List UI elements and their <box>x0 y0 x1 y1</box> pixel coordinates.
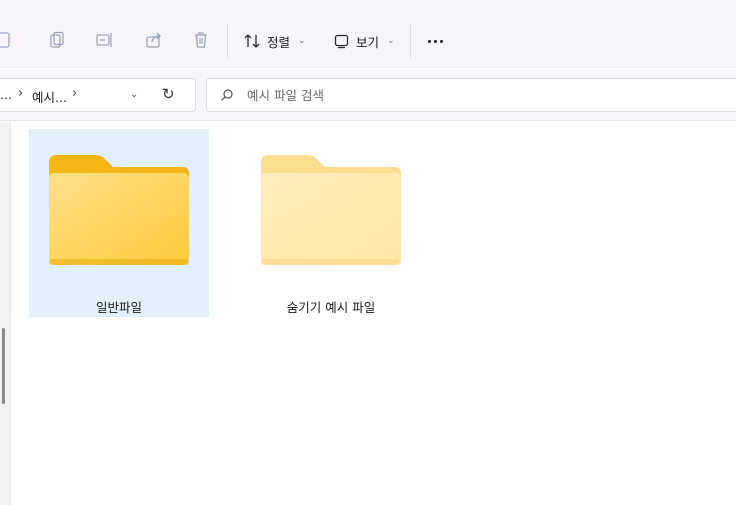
sort-icon <box>244 34 260 48</box>
navigation-scrollbar[interactable] <box>2 328 5 404</box>
copy-icon[interactable] <box>0 28 16 52</box>
breadcrumb-chevron-icon[interactable]: › <box>72 86 77 101</box>
file-item[interactable]: 일반파일 <box>29 129 209 317</box>
folder-icon <box>261 155 401 265</box>
more-icon <box>427 39 431 43</box>
toolbar-separator <box>410 24 411 58</box>
chevron-down-icon: ⌄ <box>387 36 395 46</box>
folder-icon <box>49 155 189 265</box>
breadcrumb-current[interactable]: 예시... <box>32 87 67 106</box>
address-row: ... › 예시... › ⌄ ↻ <box>0 69 736 121</box>
sort-label: 정렬 <box>267 34 291 50</box>
breadcrumb-chevron-icon: › <box>18 86 24 101</box>
share-icon[interactable] <box>142 28 166 52</box>
file-item[interactable]: 숨기기 예시 파일 <box>241 129 421 317</box>
sort-button[interactable]: 정렬 ⌄ <box>243 28 306 54</box>
view-label: 보기 <box>356 34 380 50</box>
view-icon <box>334 34 349 49</box>
toolbar-separator <box>227 24 228 58</box>
address-history-dropdown-icon[interactable]: ⌄ <box>130 89 138 100</box>
navigation-pane <box>0 122 11 505</box>
more-options-button[interactable] <box>424 30 446 52</box>
address-bar[interactable]: ... › 예시... › ⌄ ↻ <box>0 78 196 112</box>
search-icon <box>220 87 234 106</box>
breadcrumb-parent[interactable]: ... <box>0 87 12 102</box>
delete-icon[interactable] <box>189 28 213 52</box>
view-button[interactable]: 보기 ⌄ <box>334 28 395 54</box>
file-view: 일반파일 숨기기 예시 파일 <box>12 122 736 505</box>
command-bar: 정렬 ⌄ 보기 ⌄ <box>0 0 736 68</box>
file-name: 일반파일 <box>95 300 142 315</box>
rename-icon[interactable] <box>93 28 117 52</box>
refresh-icon[interactable]: ↻ <box>162 85 175 103</box>
search-input[interactable] <box>247 84 547 106</box>
search-box[interactable] <box>206 78 736 112</box>
file-name: 숨기기 예시 파일 <box>286 300 376 315</box>
chevron-down-icon: ⌄ <box>298 36 306 46</box>
paste-icon[interactable] <box>45 28 69 52</box>
